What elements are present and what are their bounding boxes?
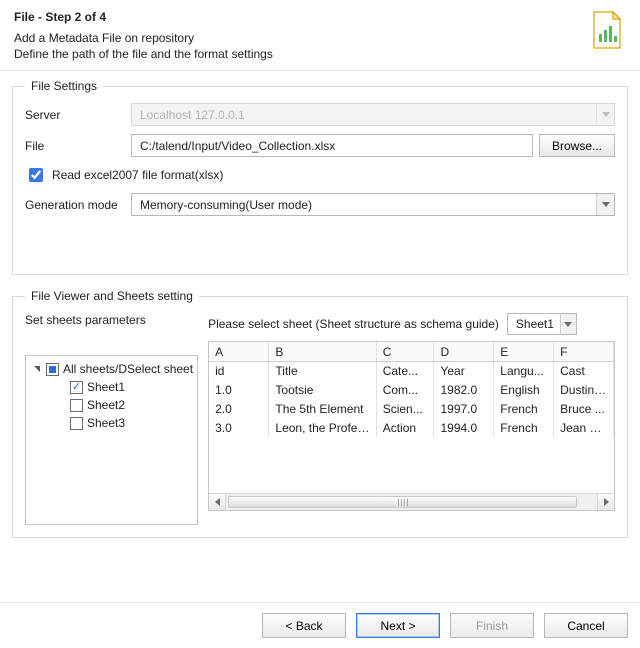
table-row[interactable]: 2.0The 5th ElementScien...1997.0FrenchBr…	[209, 399, 613, 418]
file-path-input[interactable]	[131, 134, 533, 157]
wizard-footer: < Back Next > Finish Cancel	[0, 602, 640, 648]
server-value: Localhost 127.0.0.1	[131, 103, 615, 126]
triangle-left-icon	[215, 498, 220, 506]
file-settings-legend: File Settings	[25, 79, 103, 93]
tree-root-row[interactable]: All sheets/DSelect sheet	[30, 360, 193, 378]
scroll-thumb[interactable]	[228, 496, 577, 508]
tree-sheet-row[interactable]: ✓ Sheet1	[30, 378, 193, 396]
back-button[interactable]: < Back	[262, 613, 346, 638]
grid-cell: 1994.0	[434, 418, 494, 437]
grid-header-row: A B C D E F	[209, 342, 613, 361]
sheets-tree[interactable]: All sheets/DSelect sheet ✓ Sheet1 Sheet2…	[25, 355, 198, 525]
select-sheet-label: Please select sheet (Sheet structure as …	[208, 317, 499, 331]
grid-cell: French	[494, 399, 554, 418]
page-title: File - Step 2 of 4	[14, 10, 626, 24]
file-viewer-legend: File Viewer and Sheets setting	[25, 289, 199, 303]
grid-cell: Cast	[554, 361, 614, 380]
sheet-name: Sheet3	[87, 416, 125, 430]
sheet-checkbox[interactable]	[70, 417, 83, 430]
horizontal-scrollbar[interactable]	[209, 493, 614, 510]
scroll-right-button[interactable]	[597, 494, 614, 510]
set-sheets-label: Set sheets parameters	[25, 313, 198, 327]
sheet-name: Sheet2	[87, 398, 125, 412]
grid-cell: Bruce ...	[554, 399, 614, 418]
table-row[interactable]: 3.0Leon, the Profes...Action1994.0French…	[209, 418, 613, 437]
grid-cell: Cate...	[376, 361, 434, 380]
grid-cell: Jean R...	[554, 418, 614, 437]
sheet-checkbox[interactable]	[70, 399, 83, 412]
generation-mode-value: Memory-consuming(User mode)	[131, 193, 615, 216]
file-label: File	[25, 139, 125, 153]
grid-cell: The 5th Element	[269, 399, 376, 418]
grid-cell: Tootsie	[269, 380, 376, 399]
grid-cell: 2.0	[209, 399, 269, 418]
finish-button: Finish	[450, 613, 534, 638]
browse-button[interactable]: Browse...	[539, 134, 615, 157]
page-subtitle-1: Add a Metadata File on repository	[14, 30, 626, 46]
xlsx-format-checkbox[interactable]	[29, 168, 43, 182]
grid-cell: Leon, the Profes...	[269, 418, 376, 437]
scroll-left-button[interactable]	[209, 494, 226, 510]
grid-col-header[interactable]: D	[434, 342, 494, 361]
sheet-checkbox[interactable]: ✓	[70, 381, 83, 394]
table-row[interactable]: 1.0TootsieCom...1982.0EnglishDustin ...	[209, 380, 613, 399]
chevron-down-icon[interactable]	[560, 314, 576, 334]
grid-cell: 1997.0	[434, 399, 494, 418]
triangle-right-icon	[604, 498, 609, 506]
grid-cell: Scien...	[376, 399, 434, 418]
grid-col-header[interactable]: F	[554, 342, 614, 361]
grid-cell: Dustin ...	[554, 380, 614, 399]
grid-col-header[interactable]: E	[494, 342, 554, 361]
wizard-header: File - Step 2 of 4 Add a Metadata File o…	[0, 0, 640, 70]
chevron-down-icon[interactable]	[596, 194, 614, 215]
server-label: Server	[25, 108, 125, 122]
grid-cell: Title	[269, 361, 376, 380]
grid-cell: Langu...	[494, 361, 554, 380]
sheet-select-combo[interactable]: Sheet1	[507, 313, 577, 335]
metadata-file-icon	[586, 10, 626, 50]
grip-icon	[398, 499, 408, 506]
table-row[interactable]: idTitleCate...YearLangu...Cast	[209, 361, 613, 380]
tree-collapse-icon[interactable]	[32, 366, 42, 372]
tree-root-checkbox[interactable]	[46, 363, 59, 376]
grid-cell: id	[209, 361, 269, 380]
file-settings-group: File Settings Server Localhost 127.0.0.1…	[12, 79, 628, 275]
grid-cell: Year	[434, 361, 494, 380]
tree-sheet-row[interactable]: Sheet3	[30, 414, 193, 432]
grid-cell: 1982.0	[434, 380, 494, 399]
grid-col-header[interactable]: A	[209, 342, 269, 361]
next-button[interactable]: Next >	[356, 613, 440, 638]
grid-cell: Com...	[376, 380, 434, 399]
tree-sheet-row[interactable]: Sheet2	[30, 396, 193, 414]
generation-mode-label: Generation mode	[25, 198, 125, 212]
cancel-button[interactable]: Cancel	[544, 613, 628, 638]
grid-cell: 3.0	[209, 418, 269, 437]
preview-grid: A B C D E F idTitleCate...YearLangu...Ca…	[208, 341, 615, 511]
grid-cell: French	[494, 418, 554, 437]
grid-col-header[interactable]: B	[269, 342, 376, 361]
grid-col-header[interactable]: C	[376, 342, 434, 361]
xlsx-format-label: Read excel2007 file format(xlsx)	[52, 168, 223, 182]
grid-cell: 1.0	[209, 380, 269, 399]
grid-cell: English	[494, 380, 554, 399]
file-viewer-group: File Viewer and Sheets setting Set sheet…	[12, 289, 628, 538]
grid-cell: Action	[376, 418, 434, 437]
sheet-name: Sheet1	[87, 380, 125, 394]
scroll-track[interactable]	[226, 494, 597, 510]
chevron-down-icon	[596, 104, 614, 125]
page-subtitle-2: Define the path of the file and the form…	[14, 46, 626, 62]
server-combo: Localhost 127.0.0.1	[131, 103, 615, 126]
generation-mode-combo[interactable]: Memory-consuming(User mode)	[131, 193, 615, 216]
tree-root-label: All sheets/DSelect sheet	[63, 362, 193, 376]
